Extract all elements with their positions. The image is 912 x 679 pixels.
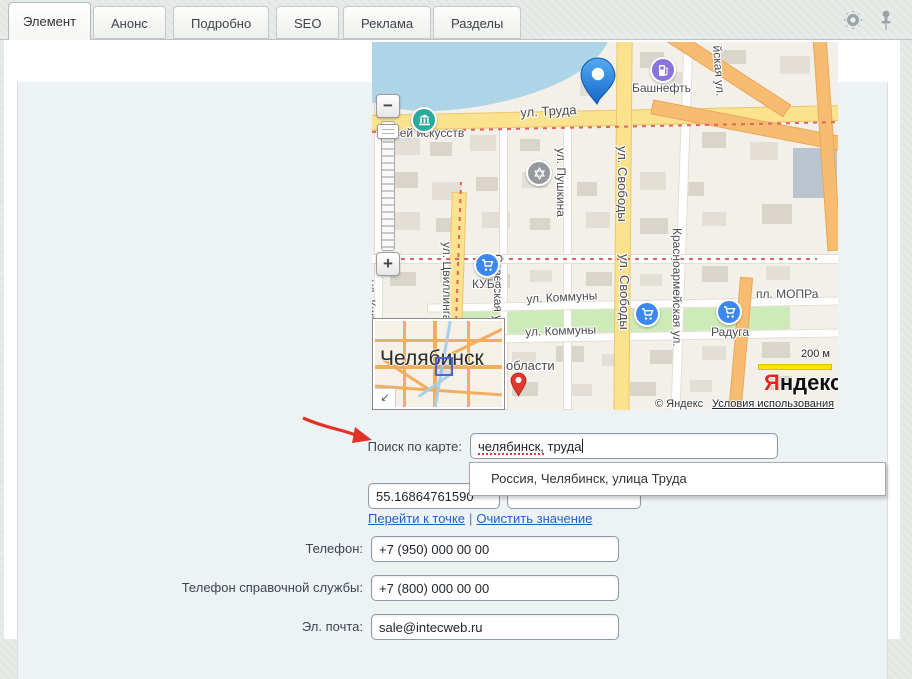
pushpin-icon[interactable]	[876, 10, 896, 30]
yandex-map[interactable]: ул. ТрудаБашнефтьмузей искусствул. Пушки…	[372, 42, 838, 410]
text-caret	[582, 439, 583, 453]
map-text-label: ул. Коммуны	[525, 323, 596, 339]
map-links: Перейти к точке | Очистить значение	[368, 511, 592, 526]
links-separator: |	[469, 511, 472, 526]
map-text-label: ул. Цвиллинга	[440, 242, 454, 321]
cart-poi-icon[interactable]	[716, 299, 742, 325]
map-text-label: ул. Пушкина	[554, 148, 568, 217]
map-text-label: ул. Свободы	[617, 254, 632, 330]
email-label: Эл. почта:	[163, 619, 363, 634]
map-text-label: КУБа	[472, 277, 501, 291]
map-text-label: области	[506, 358, 555, 373]
zoom-out-button[interactable]: −	[376, 94, 400, 118]
fuel-poi-icon[interactable]	[650, 57, 676, 83]
zoom-slider-handle[interactable]	[377, 124, 399, 139]
phone-label: Телефон:	[163, 541, 363, 556]
tab-bar: Элемент Анонс Подробно SEO Реклама Разде…	[0, 0, 912, 40]
minimap[interactable]: Челябинск ↙	[372, 318, 505, 410]
road-lower-right	[728, 277, 753, 410]
blue-placemark-icon[interactable]	[577, 56, 619, 111]
minimap-city-label: Челябинск	[380, 347, 484, 371]
email-input[interactable]	[371, 614, 619, 640]
minimap-collapse-button[interactable]: ↙	[375, 388, 396, 407]
search-value-misspelled: челябинск,	[478, 439, 544, 455]
cart-poi-icon[interactable]	[634, 301, 660, 327]
map-text-label: ул. Труда	[520, 102, 577, 120]
cart-poi-icon[interactable]	[474, 252, 500, 278]
search-suggest-dropdown: Россия, Челябинск, улица Труда	[469, 462, 886, 496]
tab-reklama[interactable]: Реклама	[343, 6, 431, 39]
map-search-input[interactable]: челябинск, труда	[470, 433, 778, 459]
map-text-label: пл. МОПРа	[756, 287, 818, 301]
support-phone-input[interactable]	[371, 575, 619, 601]
map-text-label: ул. Свободы	[615, 146, 630, 222]
terms-link[interactable]: Условия использования	[712, 398, 834, 410]
zoom-slider-track[interactable]	[381, 121, 395, 251]
tab-razdely[interactable]: Разделы	[433, 6, 521, 39]
tab-seo[interactable]: SEO	[276, 6, 339, 39]
search-value-rest: труда	[544, 439, 582, 454]
synagogue-poi-icon[interactable]	[526, 160, 552, 186]
yandex-logo[interactable]: Яндекс	[764, 370, 838, 396]
search-suggest-item[interactable]: Россия, Челябинск, улица Труда	[470, 463, 885, 495]
tram-line-mid	[392, 258, 817, 260]
phone-input[interactable]	[371, 536, 619, 562]
map-text-label: Башнефть	[632, 81, 691, 95]
map-text-label: Радуга	[711, 325, 749, 339]
scale-label: 200 м	[758, 348, 830, 360]
museum-poi-icon[interactable]	[411, 107, 437, 133]
annotation-arrow-icon	[300, 415, 376, 454]
gear-icon[interactable]	[843, 10, 863, 30]
map-copyright: © Яндекс	[655, 398, 703, 410]
tab-podrobno[interactable]: Подробно	[173, 6, 269, 39]
road-krasnoarmeyskaya	[670, 42, 693, 410]
zoom-in-button[interactable]: +	[376, 252, 400, 276]
goto-point-link[interactable]: Перейти к точке	[368, 511, 465, 526]
tab-element[interactable]: Элемент	[8, 2, 91, 40]
clear-value-link[interactable]: Очистить значение	[476, 511, 592, 526]
tab-anons[interactable]: Анонс	[93, 6, 166, 39]
page: Элемент Анонс Подробно SEO Реклама Разде…	[0, 0, 912, 639]
support-phone-label: Телефон справочной службы:	[163, 580, 363, 595]
map-text-label: Красноармейская ул.	[670, 228, 684, 347]
minimap-viewport-rect[interactable]	[435, 357, 453, 376]
red-placemark-icon	[510, 372, 527, 402]
